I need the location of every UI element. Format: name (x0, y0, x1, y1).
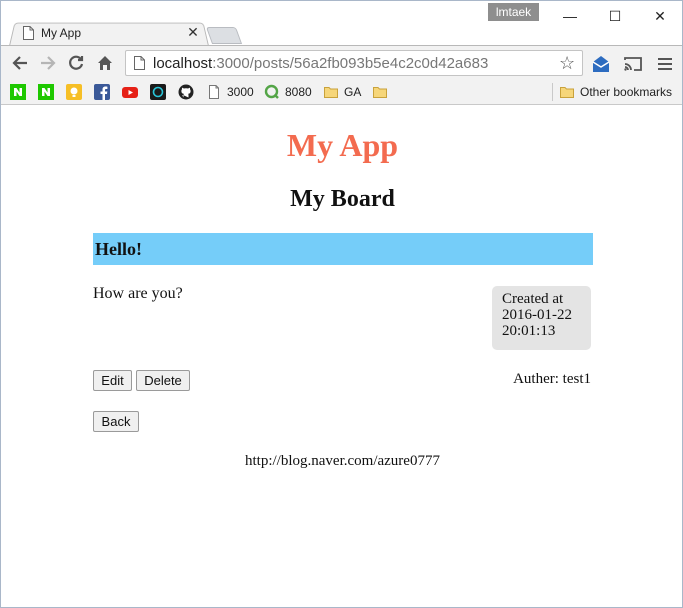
board-title: My Board (290, 186, 395, 212)
bookmark-folder-ga[interactable]: GA (323, 83, 361, 101)
bookmark-naver-1[interactable] (10, 83, 26, 101)
home-button[interactable] (94, 52, 116, 74)
post-title: Hello! (95, 239, 142, 259)
url-host: localhost (153, 55, 213, 72)
other-bookmarks[interactable]: Other bookmarks (559, 83, 672, 101)
forward-button[interactable] (37, 52, 59, 74)
bookmark-8080[interactable]: 8080 (264, 83, 312, 101)
folder-icon (373, 87, 387, 98)
page-icon (23, 26, 34, 40)
other-bookmarks-label: Other bookmarks (580, 85, 673, 99)
tab-close-button[interactable]: ✕ (186, 24, 200, 41)
bookmarks-separator (552, 83, 553, 101)
post-title-bar: Hello! (93, 233, 593, 265)
new-tab-button[interactable] (205, 27, 243, 44)
tab-my-app[interactable]: My App ✕ (9, 21, 209, 46)
author-label: Auther: test1 (513, 371, 591, 387)
hamburger-menu-icon (658, 58, 672, 70)
bookmark-star-icon[interactable]: ☆ (559, 53, 575, 74)
cast-icon (624, 57, 642, 71)
mail-icon (592, 56, 610, 72)
reload-button[interactable] (65, 52, 87, 74)
bookmark-facebook[interactable] (94, 83, 110, 101)
extension-mail-button[interactable] (590, 53, 612, 75)
page-icon (209, 85, 219, 99)
created-time: 20:01:13 (502, 323, 556, 339)
title-bar: lmtaek — ☐ ✕ My App ✕ (1, 1, 682, 46)
close-window-button[interactable]: ✕ (638, 3, 682, 29)
naver-icon (10, 84, 26, 100)
browser-window: lmtaek — ☐ ✕ My App ✕ localhost:3000/pos… (0, 0, 683, 608)
address-bar[interactable]: localhost:3000/posts/56a2fb093b5e4c2c0d4… (125, 50, 583, 76)
post-body: How are you? (93, 285, 183, 302)
url-path: :3000/posts/56a2fb093b5e4c2c0d42a683 (212, 55, 489, 72)
bookmark-naver-2[interactable] (38, 83, 54, 101)
qlik-icon (264, 84, 279, 99)
bookmark-label: 3000 (227, 85, 254, 99)
bookmark-label: GA (344, 85, 362, 99)
toolbar: localhost:3000/posts/56a2fb093b5e4c2c0d4… (1, 45, 682, 79)
url-text[interactable]: localhost:3000/posts/56a2fb093b5e4c2c0d4… (153, 55, 488, 72)
delete-button[interactable]: Delete (136, 370, 190, 391)
youtube-icon (122, 87, 138, 98)
back-button[interactable] (9, 52, 31, 74)
bookmark-label: 8080 (285, 85, 312, 99)
app-icon (150, 84, 166, 100)
bookmark-keep[interactable] (66, 83, 82, 101)
reload-icon (69, 55, 84, 70)
profile-badge[interactable]: lmtaek (488, 3, 539, 21)
folder-icon (560, 87, 574, 98)
folder-icon (324, 87, 338, 98)
page-content: My App My Board Hello! How are you? Crea… (1, 105, 682, 607)
bookmark-youtube[interactable] (122, 83, 138, 101)
footer-link: http://blog.naver.com/azure0777 (245, 453, 440, 469)
bookmark-github[interactable] (178, 83, 194, 101)
tab-title: My App (41, 26, 82, 40)
arrow-left-icon (12, 56, 27, 70)
menu-button[interactable] (654, 53, 676, 75)
minimize-button[interactable]: — (548, 3, 592, 29)
created-date: 2016-01-22 (502, 307, 572, 323)
home-icon (98, 56, 112, 70)
github-icon (178, 84, 194, 100)
edit-button[interactable]: Edit (93, 370, 132, 391)
arrow-right-icon (41, 56, 56, 70)
cast-button[interactable] (622, 53, 644, 75)
created-label: Created at (502, 291, 564, 307)
maximize-button[interactable]: ☐ (593, 3, 637, 29)
tab-background (9, 22, 209, 46)
bookmark-folder[interactable] (372, 83, 388, 101)
bookmarks-bar: 3000 8080 GA Other bookmarks (1, 79, 682, 105)
naver-icon (38, 84, 54, 100)
back-to-list-button[interactable]: Back (93, 411, 139, 432)
facebook-icon (94, 84, 110, 100)
page-icon (134, 56, 145, 70)
bookmark-app[interactable] (150, 83, 166, 101)
bookmark-3000[interactable]: 3000 (206, 83, 254, 101)
keep-icon (66, 84, 82, 100)
app-title: My App (286, 127, 399, 163)
created-at-box: Created at 2016-01-22 20:01:13 (492, 286, 591, 350)
